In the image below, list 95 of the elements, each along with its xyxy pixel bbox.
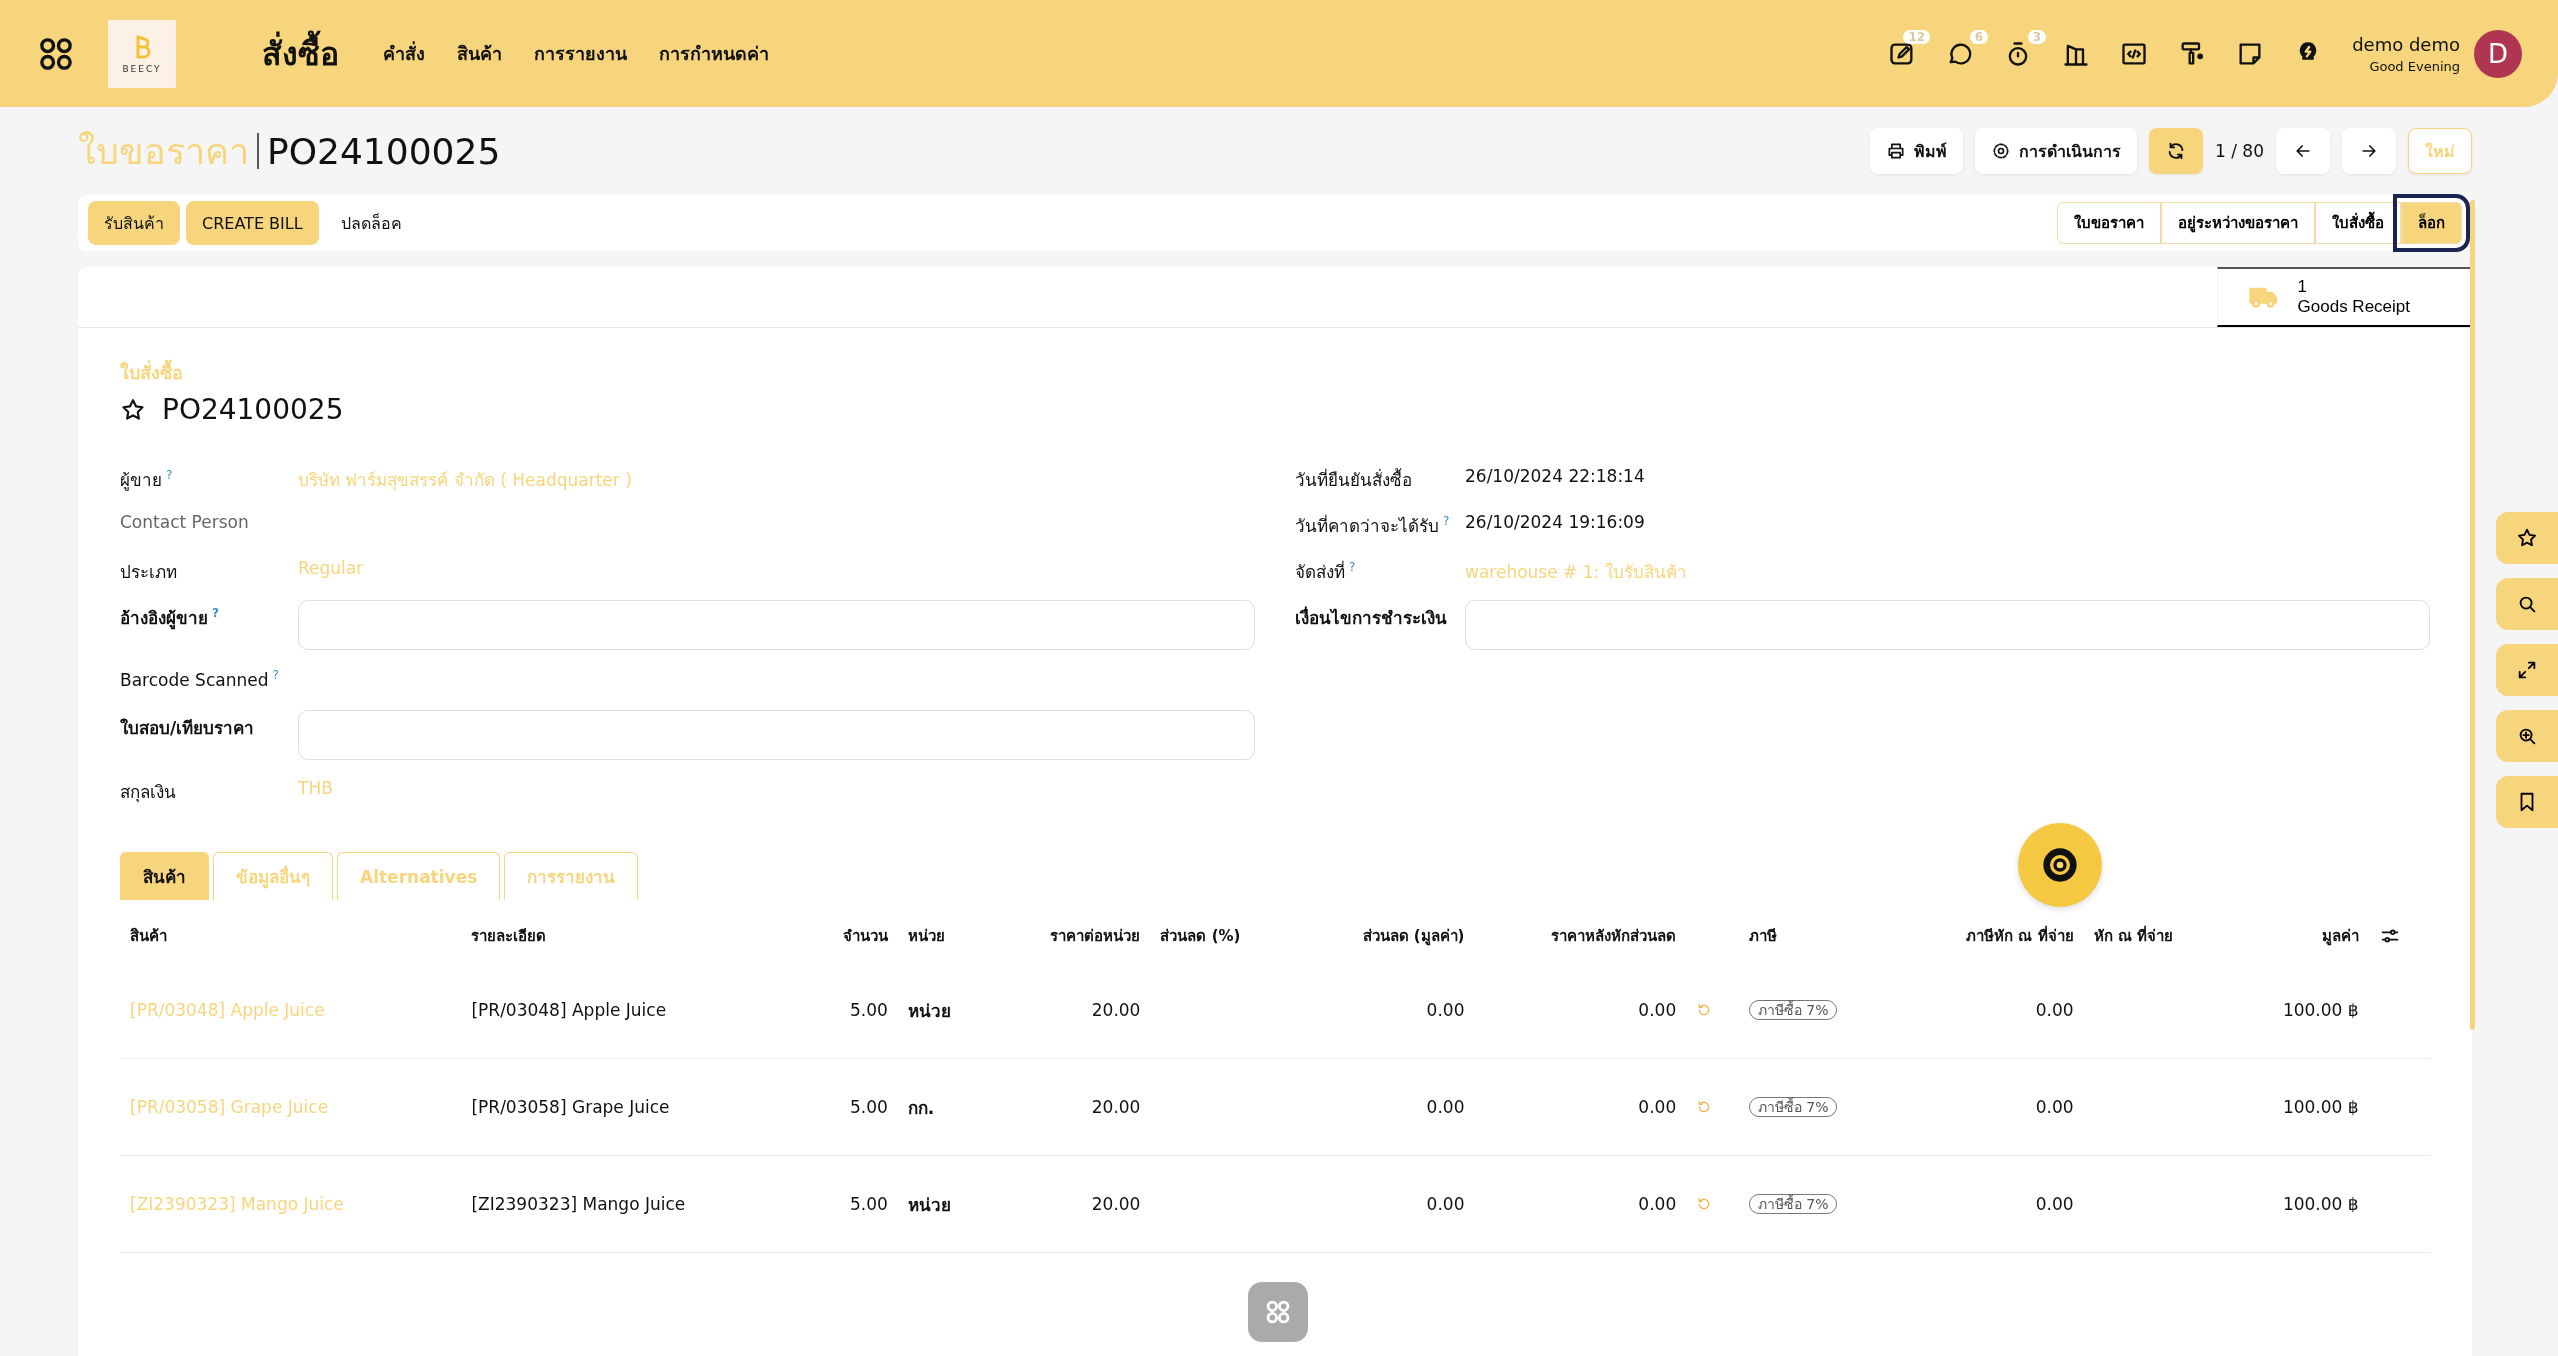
table-cell: 5.00: [802, 1155, 898, 1253]
table-cell: กก.: [897, 1058, 990, 1156]
table-cell: 0.00: [1296, 1058, 1475, 1156]
column-header: มูลค่า: [2321, 927, 2359, 945]
table-cell: 0.00: [1897, 962, 2084, 1059]
count-badge: 3: [2027, 29, 2047, 44]
table-cell: 20.00: [989, 962, 1151, 1059]
table-cell: [PR/03058] Grape Juice: [461, 1058, 803, 1156]
actions-button[interactable]: การดำเนินการ: [1975, 128, 2137, 174]
column-header: สินค้า: [130, 927, 167, 945]
count-badge: 12: [1903, 29, 1931, 44]
table-cell: 100.00 ฿: [2228, 962, 2369, 1059]
field-label: อ้างอิงผู้ขาย: [120, 608, 208, 628]
star-icon: [2516, 527, 2538, 549]
breadcrumb-current: PO24100025: [267, 130, 501, 172]
menu-item[interactable]: การรายงาน: [534, 39, 627, 68]
column-header: ภาษีหัก ณ ที่จ่าย: [1966, 927, 2074, 945]
refresh-button[interactable]: [2149, 128, 2203, 174]
column-header: หัก ณ ที่จ่าย: [2093, 927, 2174, 945]
app-title: สั่งซื้อ: [262, 28, 339, 79]
help-mark[interactable]: ?: [1349, 560, 1356, 575]
next-button[interactable]: [2342, 128, 2396, 174]
field-value: 26/10/2024 22:18:14: [1465, 465, 1645, 486]
column-header: ส่วนลด (%): [1160, 927, 1241, 945]
table-cell: 0.00: [1296, 1155, 1475, 1253]
help-mark[interactable]: ?: [272, 668, 279, 682]
input-field[interactable]: [298, 600, 1255, 650]
field-label: จัดส่งที่: [1295, 562, 1345, 582]
menu-item[interactable]: คำสั่ง: [383, 39, 425, 68]
field-label: ประเภท: [120, 562, 177, 582]
table-cell: 100.00 ฿: [2228, 1155, 2369, 1253]
side-tool-button[interactable]: [2496, 578, 2558, 630]
notebook-tab[interactable]: สินค้า: [120, 852, 209, 900]
field-value: 26/10/2024 19:16:09: [1465, 511, 1645, 532]
status-step[interactable]: อยู่ระหว่างขอราคา: [2161, 202, 2315, 244]
printer-icon: [1886, 141, 1906, 161]
table-cell: 0.00: [1897, 1058, 2084, 1156]
input-field[interactable]: [1465, 600, 2430, 650]
column-header: จำนวน: [842, 927, 888, 945]
table-cell: 100.00 ฿: [2228, 1058, 2369, 1156]
table-cell: 20.00: [989, 1058, 1151, 1156]
menu-item[interactable]: การกำหนดค่า: [659, 39, 769, 68]
table-cell: [PR/03048] Apple Juice: [461, 962, 803, 1059]
menu-item[interactable]: สินค้า: [457, 39, 502, 68]
table-cell: 5.00: [802, 962, 898, 1059]
previous-button[interactable]: [2276, 128, 2330, 174]
side-tool-button[interactable]: [2496, 512, 2558, 564]
star-icon: [120, 396, 146, 423]
column-header: ภาษี: [1748, 927, 1777, 945]
table-cell: 5.00: [802, 1058, 898, 1156]
table-cell: 0.00: [1474, 1058, 1687, 1156]
table-cell: 20.00: [989, 1155, 1151, 1253]
field-label: Contact Person: [120, 512, 249, 532]
column-header: ราคาหลังหักส่วนลด: [1551, 927, 1677, 945]
help-mark[interactable]: ?: [212, 606, 219, 621]
expand-icon: [2516, 659, 2538, 681]
table-cell: 0.00: [1897, 1155, 2084, 1253]
table-cell: หน่วย: [897, 1155, 990, 1253]
field-label: เงื่อนไขการชำระเงิน: [1295, 608, 1447, 628]
help-mark[interactable]: ?: [1443, 514, 1450, 529]
count-badge: 6: [1969, 29, 1989, 44]
table-cell: 0.00: [1296, 962, 1475, 1059]
unlock-button[interactable]: ปลดล็อค: [324, 201, 418, 245]
column-header: ส่วนลด (มูลค่า): [1362, 927, 1465, 945]
action-button[interactable]: CREATE BILL: [186, 201, 319, 245]
favorite-star[interactable]: [120, 396, 146, 423]
column-header: รายละเอียด: [471, 927, 547, 945]
user-avatar[interactable]: D: [2474, 29, 2522, 78]
field-label: ใบสอบ/เทียบราคา: [120, 718, 255, 738]
document-name: PO24100025: [162, 393, 344, 426]
action-button[interactable]: รับสินค้า: [88, 201, 180, 245]
print-button[interactable]: พิมพ์: [1870, 128, 1963, 174]
table-cell: 0.00: [1474, 962, 1687, 1059]
field-label: วันที่คาดว่าจะได้รับ: [1295, 516, 1439, 536]
pager-counter: 1 / 80: [2215, 141, 2264, 161]
field-label: วันที่ยืนยันสั่งซื้อ: [1295, 470, 1412, 490]
column-header: หน่วย: [907, 927, 945, 945]
field-label: สกุลเงิน: [120, 782, 176, 802]
column-header: ราคาต่อหน่วย: [1050, 927, 1141, 945]
company-logo: BEECY: [108, 19, 176, 88]
side-tool-button[interactable]: [2496, 710, 2558, 762]
document-type: ใบสั่งซื้อ: [120, 358, 2430, 387]
greeting: Good Evening: [2369, 58, 2460, 74]
table-cell: [ZI2390323] Mango Juice: [461, 1155, 803, 1253]
lifebuoy-icon: [2040, 845, 2080, 885]
side-tool-button[interactable]: [2496, 776, 2558, 828]
user-name: demo demo: [2352, 33, 2460, 55]
input-field[interactable]: [298, 710, 1255, 760]
field-label: Barcode Scanned: [120, 669, 269, 690]
table-cell: หน่วย: [897, 962, 990, 1059]
field-label: ผู้ขาย: [120, 470, 162, 490]
status-step[interactable]: ใบสั่งซื้อ: [2315, 202, 2401, 244]
table-cell: 0.00: [1474, 1155, 1687, 1253]
status-step[interactable]: ใบขอราคา: [2057, 202, 2161, 244]
help-mark[interactable]: ?: [166, 468, 173, 483]
